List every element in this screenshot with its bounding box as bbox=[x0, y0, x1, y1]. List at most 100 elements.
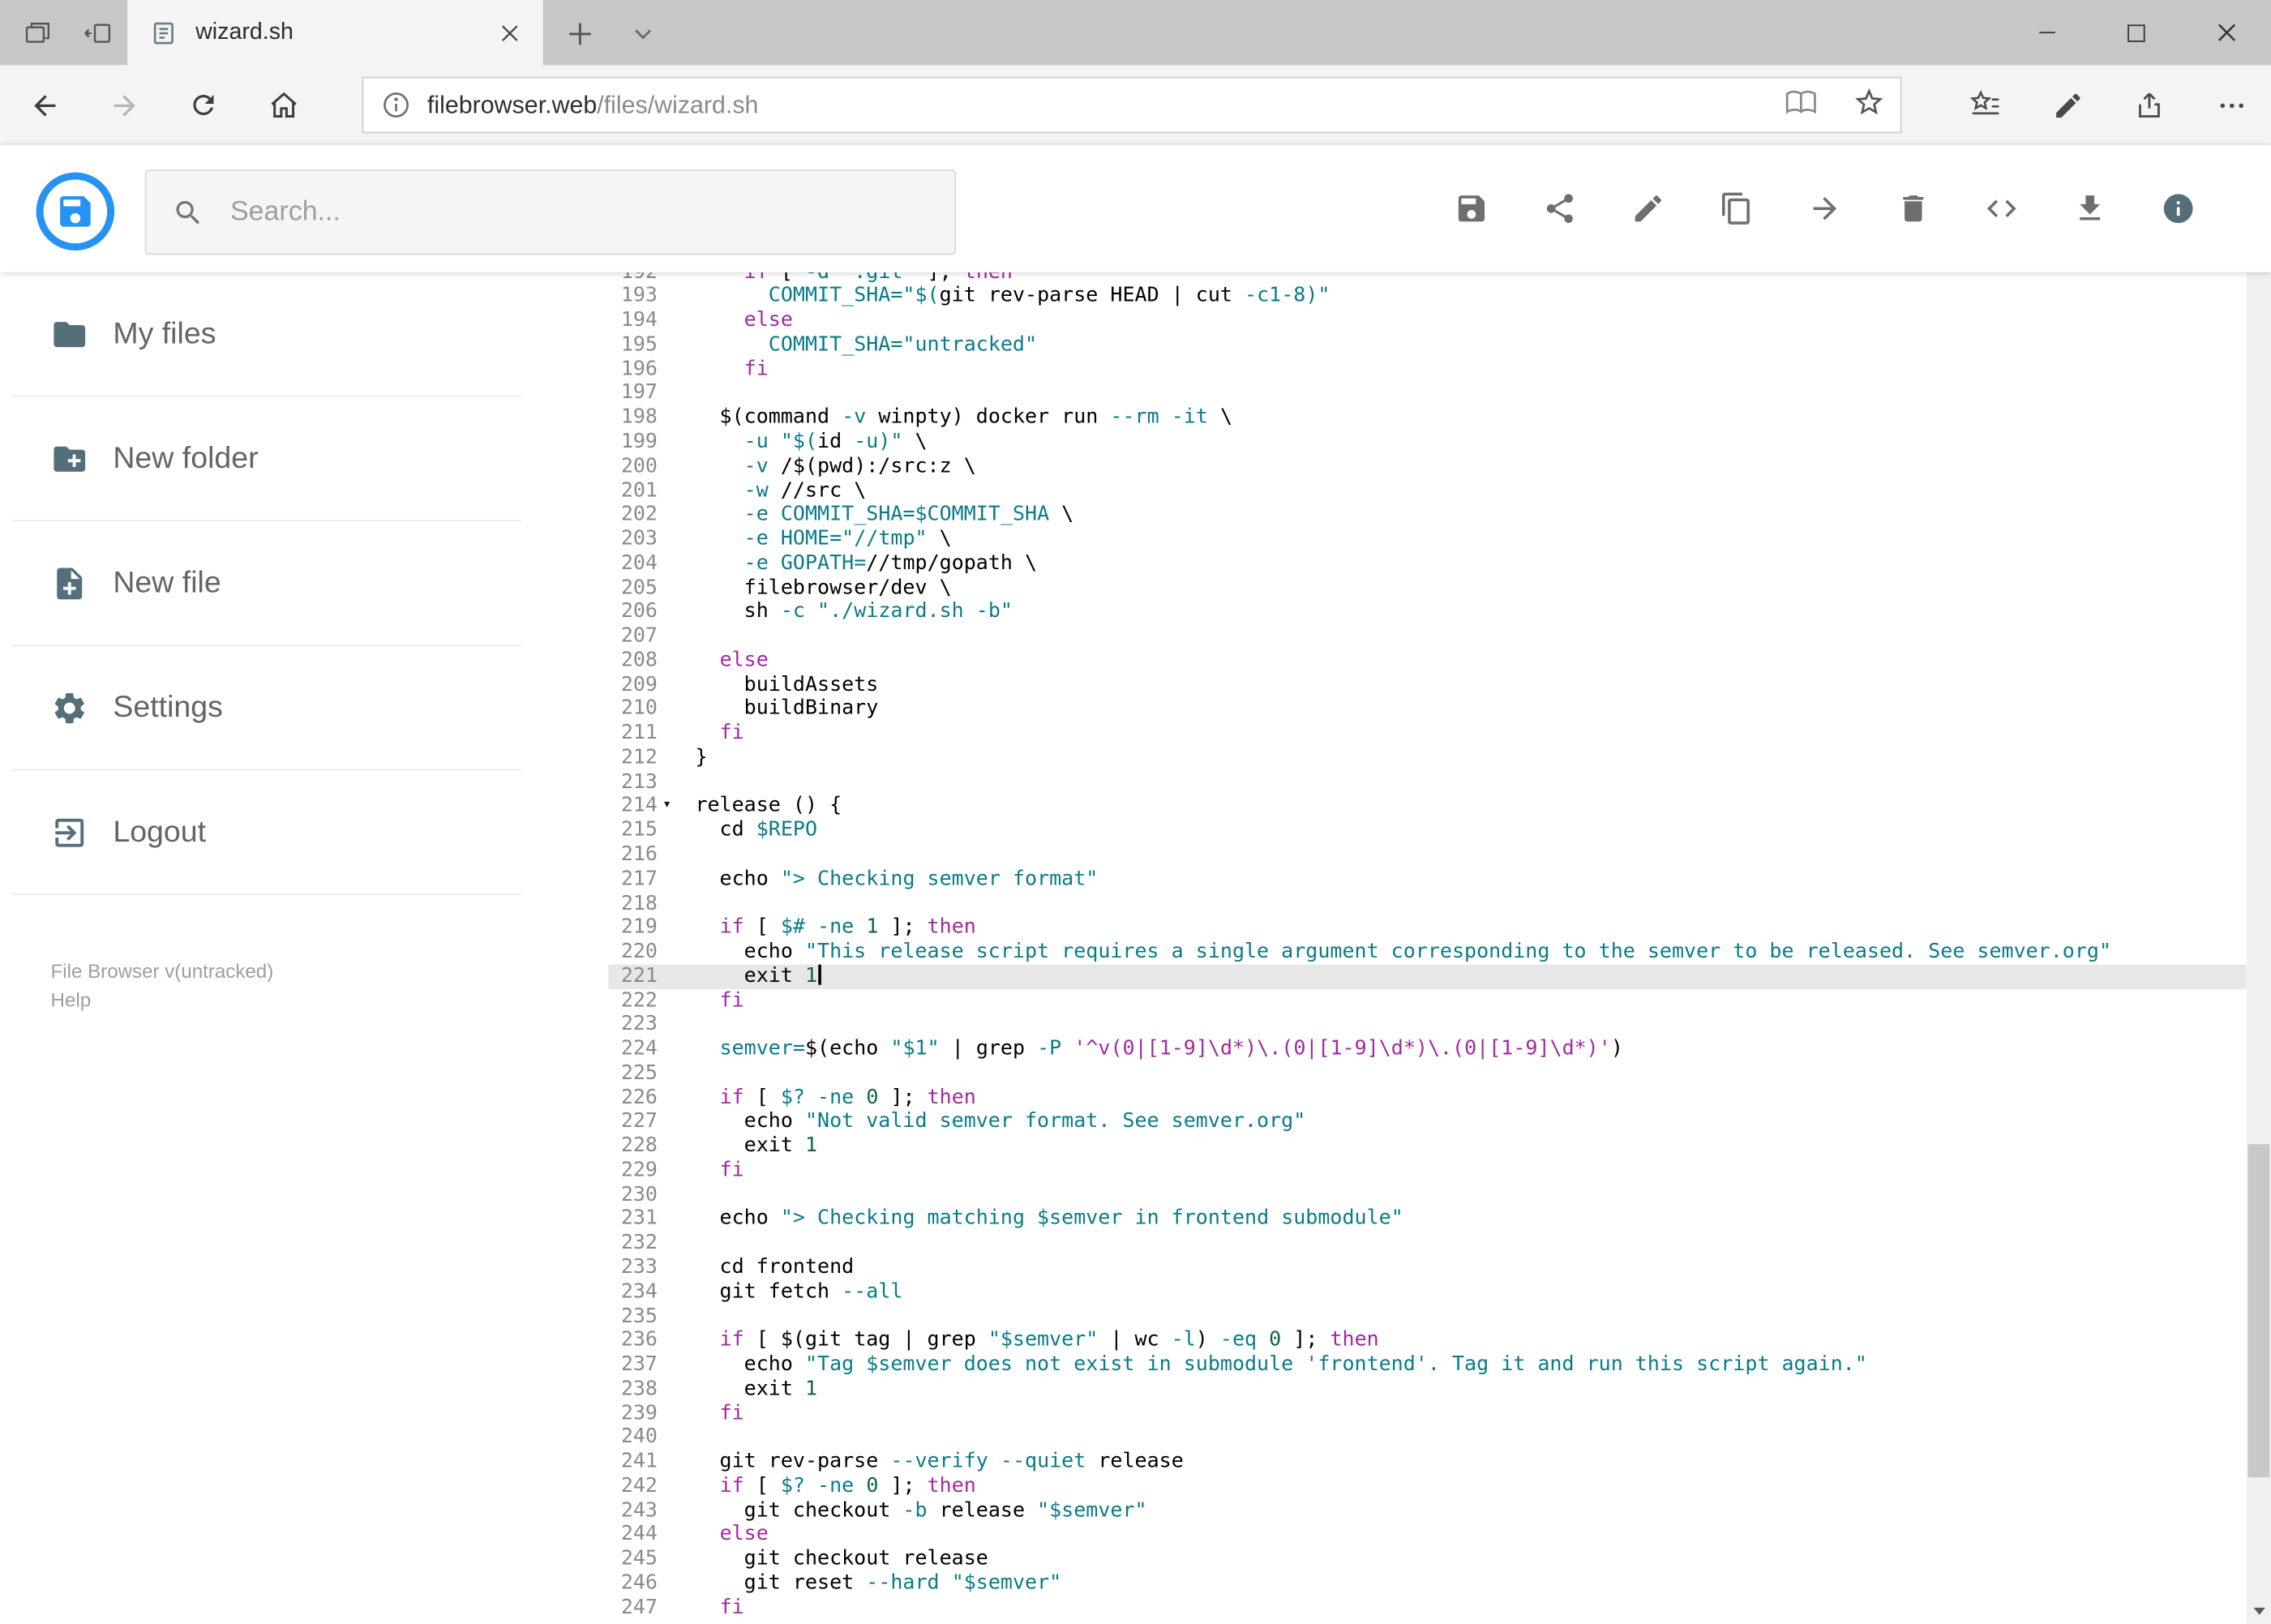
code-line-224[interactable]: 224 semver=$(echo "$1" | grep -P '^v(0|[… bbox=[608, 1037, 2246, 1061]
copy-button[interactable] bbox=[1719, 191, 1754, 226]
scroll-down-arrow[interactable] bbox=[2247, 1599, 2271, 1623]
help-link[interactable]: Help bbox=[51, 987, 274, 1016]
code-line-204[interactable]: 204 -e GOPATH=//tmp/gopath \ bbox=[608, 551, 2246, 576]
code-line-196[interactable]: 196 fi bbox=[608, 358, 2246, 382]
code-line-207[interactable]: 207 bbox=[608, 624, 2246, 649]
maximize-button[interactable] bbox=[2091, 0, 2181, 65]
code-line-193[interactable]: 193 COMMIT_SHA="$(git rev-parse HEAD | c… bbox=[608, 285, 2246, 309]
sidebar-item-settings[interactable]: Settings bbox=[11, 646, 522, 771]
code-line-232[interactable]: 232 bbox=[608, 1232, 2246, 1256]
scrollbar-thumb[interactable] bbox=[2247, 1144, 2270, 1478]
code-line-246[interactable]: 246 git reset --hard "$semver" bbox=[608, 1571, 2246, 1596]
vertical-scrollbar[interactable] bbox=[2246, 144, 2271, 1624]
code-line-229[interactable]: 229 fi bbox=[608, 1159, 2246, 1183]
sidebar-item-new-folder[interactable]: New folder bbox=[11, 396, 522, 522]
code-line-212[interactable]: 212} bbox=[608, 746, 2246, 770]
code-line-222[interactable]: 222 fi bbox=[608, 988, 2246, 1013]
tab-preview-chevron-icon[interactable] bbox=[626, 16, 661, 51]
search-box[interactable] bbox=[144, 169, 956, 255]
rename-button[interactable] bbox=[1630, 191, 1665, 226]
code-line-201[interactable]: 201 -w //src \ bbox=[608, 478, 2246, 503]
address-bar[interactable]: filebrowser.web/files/wizard.sh bbox=[362, 76, 1902, 134]
code-line-214[interactable]: 214 ▾ release () { bbox=[608, 795, 2246, 819]
code-line-213[interactable]: 213 bbox=[608, 770, 2246, 795]
close-button[interactable] bbox=[2181, 0, 2271, 65]
share-file-button[interactable] bbox=[1542, 191, 1577, 226]
code-line-219[interactable]: 219 if [ $# -ne 1 ]; then bbox=[608, 915, 2246, 940]
code-line-227[interactable]: 227 echo "Not valid semver format. See s… bbox=[608, 1110, 2246, 1134]
raw-view-button[interactable] bbox=[1984, 191, 2019, 226]
code-line-215[interactable]: 215 cd $REPO bbox=[608, 819, 2246, 843]
download-button[interactable] bbox=[2072, 191, 2107, 226]
fold-marker-icon[interactable]: ▾ bbox=[658, 795, 676, 819]
code-line-231[interactable]: 231 echo "> Checking matching $semver in… bbox=[608, 1207, 2246, 1232]
code-line-243[interactable]: 243 git checkout -b release "$semver" bbox=[608, 1498, 2246, 1523]
home-button[interactable] bbox=[265, 87, 302, 123]
code-line-238[interactable]: 238 exit 1 bbox=[608, 1378, 2246, 1402]
more-menu-icon[interactable] bbox=[2213, 87, 2250, 123]
code-line-206[interactable]: 206 sh -c "./wizard.sh -b" bbox=[608, 600, 2246, 624]
code-line-240[interactable]: 240 bbox=[608, 1425, 2246, 1450]
code-line-225[interactable]: 225 bbox=[608, 1061, 2246, 1086]
hub-favorites-icon[interactable] bbox=[1967, 87, 2003, 123]
annotate-pen-icon[interactable] bbox=[2050, 87, 2086, 123]
page-info-icon[interactable] bbox=[381, 90, 412, 121]
refresh-button[interactable] bbox=[186, 87, 222, 123]
favorite-star-icon[interactable] bbox=[1853, 85, 1886, 126]
code-line-194[interactable]: 194 else bbox=[608, 309, 2246, 333]
code-line-210[interactable]: 210 buildBinary bbox=[608, 697, 2246, 722]
code-editor[interactable]: 192 if [ -d ".git" ]; then193 COMMIT_SHA… bbox=[608, 272, 2247, 1624]
code-line-195[interactable]: 195 COMMIT_SHA="untracked" bbox=[608, 333, 2246, 358]
tab-close-icon[interactable] bbox=[494, 17, 525, 49]
code-line-237[interactable]: 237 echo "Tag $semver does not exist in … bbox=[608, 1353, 2246, 1378]
browser-tab[interactable]: wizard.sh bbox=[127, 0, 543, 66]
reading-view-icon[interactable] bbox=[1785, 85, 1818, 126]
code-line-242[interactable]: 242 if [ $? -ne 0 ]; then bbox=[608, 1474, 2246, 1498]
sidebar-item-my-files[interactable]: My files bbox=[11, 272, 522, 397]
code-line-247[interactable]: 247 fi bbox=[608, 1596, 2246, 1620]
code-line-230[interactable]: 230 bbox=[608, 1183, 2246, 1207]
code-line-223[interactable]: 223 bbox=[608, 1013, 2246, 1037]
code-line-209[interactable]: 209 buildAssets bbox=[608, 673, 2246, 697]
sidebar-item-new-file[interactable]: New file bbox=[11, 521, 522, 646]
share-icon[interactable] bbox=[2131, 87, 2167, 123]
tabs-aside-icon[interactable] bbox=[81, 16, 116, 51]
code-line-228[interactable]: 228 exit 1 bbox=[608, 1134, 2246, 1159]
code-line-218[interactable]: 218 bbox=[608, 892, 2246, 916]
code-line-234[interactable]: 234 git fetch --all bbox=[608, 1280, 2246, 1305]
info-button[interactable] bbox=[2161, 191, 2196, 226]
code-line-217[interactable]: 217 echo "> Checking semver format" bbox=[608, 868, 2246, 892]
code-line-226[interactable]: 226 if [ $? -ne 0 ]; then bbox=[608, 1086, 2246, 1110]
filebrowser-logo[interactable] bbox=[36, 172, 115, 251]
code-line-220[interactable]: 220 echo "This release script requires a… bbox=[608, 940, 2246, 964]
minimize-button[interactable] bbox=[2002, 0, 2092, 65]
code-line-211[interactable]: 211 fi bbox=[608, 722, 2246, 746]
code-line-192[interactable]: 192 if [ -d ".git" ]; then bbox=[608, 272, 2246, 285]
code-line-200[interactable]: 200 -v /$(pwd):/src:z \ bbox=[608, 454, 2246, 478]
code-line-198[interactable]: 198 $(command -v winpty) docker run --rm… bbox=[608, 406, 2246, 431]
code-line-221[interactable]: 221 exit 1 bbox=[608, 964, 2247, 989]
code-line-216[interactable]: 216 bbox=[608, 843, 2246, 868]
code-line-233[interactable]: 233 cd frontend bbox=[608, 1256, 2246, 1280]
code-line-203[interactable]: 203 -e HOME="//tmp" \ bbox=[608, 527, 2246, 551]
forward-button[interactable] bbox=[105, 87, 142, 123]
code-line-202[interactable]: 202 -e COMMIT_SHA=$COMMIT_SHA \ bbox=[608, 503, 2246, 527]
tab-previews-icon[interactable] bbox=[20, 16, 55, 51]
save-button[interactable] bbox=[1454, 191, 1489, 226]
code-line-245[interactable]: 245 git checkout release bbox=[608, 1547, 2246, 1571]
code-line-199[interactable]: 199 -u "$(id -u)" \ bbox=[608, 430, 2246, 454]
code-line-236[interactable]: 236 if [ $(git tag | grep "$semver" | wc… bbox=[608, 1329, 2246, 1353]
code-line-197[interactable]: 197 bbox=[608, 382, 2246, 406]
search-input[interactable] bbox=[227, 195, 871, 230]
code-line-205[interactable]: 205 filebrowser/dev \ bbox=[608, 576, 2246, 600]
move-button[interactable] bbox=[1807, 191, 1842, 226]
code-line-235[interactable]: 235 bbox=[608, 1305, 2246, 1329]
code-line-208[interactable]: 208 else bbox=[608, 649, 2246, 673]
delete-button[interactable] bbox=[1896, 191, 1930, 226]
sidebar-item-logout[interactable]: Logout bbox=[11, 770, 522, 895]
code-line-239[interactable]: 239 fi bbox=[608, 1401, 2246, 1425]
back-button[interactable] bbox=[26, 87, 62, 123]
new-tab-button[interactable] bbox=[562, 16, 597, 51]
code-line-241[interactable]: 241 git rev-parse --verify --quiet relea… bbox=[608, 1450, 2246, 1474]
code-line-244[interactable]: 244 else bbox=[608, 1523, 2246, 1547]
